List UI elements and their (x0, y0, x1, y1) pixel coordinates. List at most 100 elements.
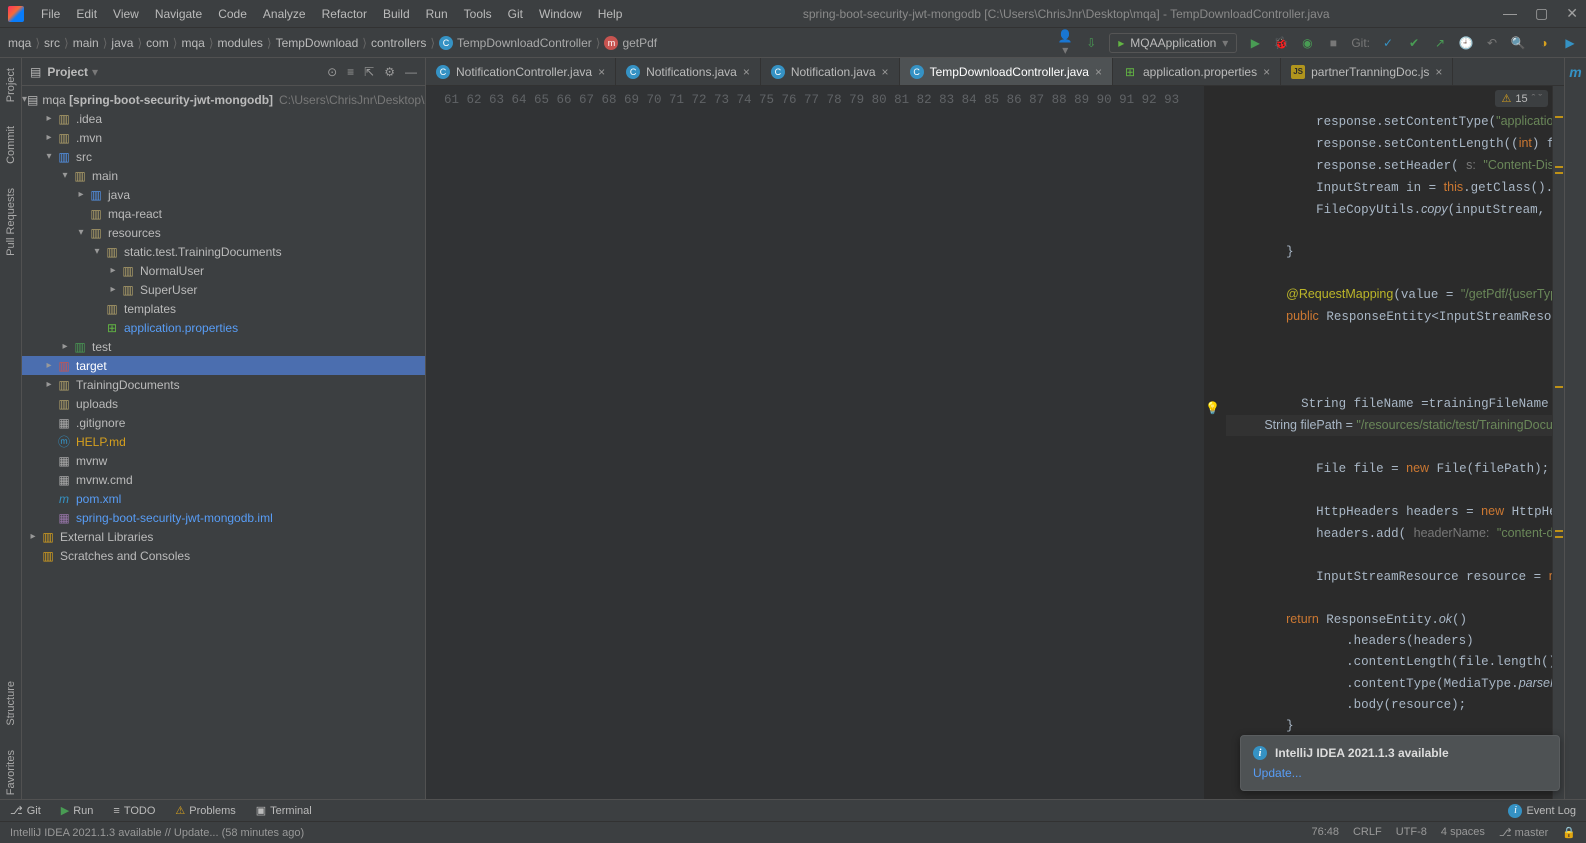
menu-window[interactable]: Window (532, 5, 589, 23)
tool-favorites[interactable]: Favorites (3, 746, 19, 799)
tree-folder[interactable]: ▾▥static.test.TrainingDocuments (22, 242, 425, 261)
debug-icon[interactable]: 🐞 (1273, 36, 1289, 50)
menu-view[interactable]: View (106, 5, 146, 23)
tree-folder[interactable]: ▸▥test (22, 337, 425, 356)
tree-folder[interactable]: ▥templates (22, 299, 425, 318)
tool-run[interactable]: ▶Run (61, 804, 94, 817)
tree-folder[interactable]: ▸▥SuperUser (22, 280, 425, 299)
breadcrumb-class[interactable]: TempDownloadController (457, 36, 592, 50)
breadcrumb-item[interactable]: controllers (371, 36, 426, 50)
editor-tab[interactable]: CNotification.java× (761, 58, 900, 85)
tool-problems[interactable]: ⚠Problems (175, 804, 235, 817)
coverage-icon[interactable]: ◉ (1299, 36, 1315, 50)
git-rollback-icon[interactable]: ↶ (1484, 36, 1500, 50)
run-icon[interactable]: ▶ (1247, 36, 1263, 50)
expand-icon[interactable]: ≡ (347, 65, 354, 79)
fold-gutter[interactable] (1190, 86, 1204, 799)
tree-file[interactable]: ▦mvnw (22, 451, 425, 470)
close-tab-icon[interactable]: × (743, 65, 750, 79)
lock-icon[interactable]: 🔒 (1562, 826, 1576, 839)
editor-tab[interactable]: ⊞application.properties× (1113, 58, 1281, 85)
tool-structure[interactable]: Structure (3, 677, 19, 730)
file-encoding[interactable]: UTF-8 (1396, 826, 1427, 839)
chevron-down-icon[interactable]: ▾ (92, 65, 98, 79)
hide-icon[interactable]: — (405, 65, 417, 79)
breadcrumb-item[interactable]: mqa (181, 36, 204, 50)
breadcrumb-item[interactable]: com (146, 36, 169, 50)
tree-file[interactable]: ▦mvnw.cmd (22, 470, 425, 489)
tool-todo[interactable]: ≡TODO (113, 805, 155, 817)
breadcrumb-item[interactable]: java (111, 36, 133, 50)
git-push-icon[interactable]: ↗ (1432, 36, 1448, 50)
git-update-icon[interactable]: ✓ (1380, 36, 1396, 50)
breadcrumb-item[interactable]: mqa (8, 36, 31, 50)
menu-run[interactable]: Run (419, 5, 455, 23)
tree-folder[interactable]: ▸▥.idea (22, 109, 425, 128)
project-tree[interactable]: ▾▤mqa [spring-boot-security-jwt-mongodb]… (22, 86, 425, 799)
editor-tab[interactable]: JSpartnerTranningDoc.js× (1281, 58, 1453, 85)
collapse-icon[interactable]: ⇱ (364, 65, 374, 79)
tree-folder[interactable]: ▾▥resources (22, 223, 425, 242)
ide-settings-icon[interactable]: ◑ (1536, 36, 1552, 50)
tool-maven[interactable]: m (1569, 64, 1581, 80)
tree-root[interactable]: ▾▤mqa [spring-boot-security-jwt-mongodb]… (22, 90, 425, 109)
tree-folder[interactable]: ▸▥.mvn (22, 128, 425, 147)
error-stripe[interactable] (1552, 86, 1564, 799)
breadcrumb-item[interactable]: main (73, 36, 99, 50)
tree-folder[interactable]: ▾▥main (22, 166, 425, 185)
git-branch[interactable]: ⎇ master (1499, 826, 1548, 839)
search-icon[interactable]: 🔍 (1510, 36, 1526, 50)
tree-file[interactable]: ▦spring-boot-security-jwt-mongodb.iml (22, 508, 425, 527)
notification-update-link[interactable]: Update... (1253, 766, 1302, 780)
tree-scratches[interactable]: ▥Scratches and Consoles (22, 546, 425, 565)
breadcrumb-item[interactable]: src (44, 36, 60, 50)
maximize-icon[interactable]: ▢ (1535, 5, 1548, 22)
line-separator[interactable]: CRLF (1353, 826, 1382, 839)
minimize-icon[interactable]: — (1503, 5, 1517, 22)
close-tab-icon[interactable]: × (1435, 65, 1442, 79)
tree-folder[interactable]: ▸▥TrainingDocuments (22, 375, 425, 394)
git-history-icon[interactable]: 🕘 (1458, 36, 1474, 50)
tree-file[interactable]: ⓜHELP.md (22, 432, 425, 451)
tool-pull-requests[interactable]: Pull Requests (3, 184, 19, 260)
git-commit-icon[interactable]: ✔ (1406, 36, 1422, 50)
tree-folder[interactable]: ▥mqa-react (22, 204, 425, 223)
tool-git[interactable]: ⎇Git (10, 804, 41, 817)
tree-file[interactable]: ▦.gitignore (22, 413, 425, 432)
breadcrumb-item[interactable]: modules (218, 36, 263, 50)
tool-project[interactable]: Project (3, 64, 19, 106)
tool-terminal[interactable]: ▣Terminal (256, 804, 312, 817)
menu-code[interactable]: Code (211, 5, 254, 23)
tree-folder[interactable]: ▸▥java (22, 185, 425, 204)
caret-position[interactable]: 76:48 (1311, 826, 1339, 839)
run-config-selector[interactable]: ▸ MQAApplication ▾ (1109, 33, 1237, 53)
close-tab-icon[interactable]: × (598, 65, 605, 79)
locate-icon[interactable]: ⊙ (327, 65, 337, 79)
menu-file[interactable]: File (34, 5, 67, 23)
tree-folder-target[interactable]: ▸▥target (22, 356, 425, 375)
close-tab-icon[interactable]: × (1095, 65, 1102, 79)
tool-commit[interactable]: Commit (3, 122, 19, 168)
breadcrumb[interactable]: mqa⟩src⟩main⟩java⟩com⟩mqa⟩modules⟩TempDo… (8, 35, 657, 50)
ide-update-icon[interactable]: ▶ (1562, 36, 1578, 50)
notification-popup[interactable]: iIntelliJ IDEA 2021.1.3 available Update… (1240, 735, 1560, 791)
close-tab-icon[interactable]: × (882, 65, 889, 79)
tree-external-libs[interactable]: ▸▥External Libraries (22, 527, 425, 546)
editor-tab[interactable]: CNotificationController.java× (426, 58, 616, 85)
breadcrumb-item[interactable]: TempDownload (276, 36, 359, 50)
tree-folder[interactable]: ▾▥src (22, 147, 425, 166)
close-icon[interactable]: ✕ (1566, 5, 1578, 22)
menu-git[interactable]: Git (501, 5, 530, 23)
editor-tab[interactable]: CTempDownloadController.java× (900, 58, 1113, 85)
menu-navigate[interactable]: Navigate (148, 5, 209, 23)
menu-analyze[interactable]: Analyze (256, 5, 313, 23)
editor-tab[interactable]: CNotifications.java× (616, 58, 761, 85)
tool-event-log[interactable]: iEvent Log (1508, 804, 1576, 818)
tree-file[interactable]: mpom.xml (22, 489, 425, 508)
build-icon[interactable]: ⇩ (1083, 36, 1099, 50)
breadcrumb-method[interactable]: getPdf (622, 36, 657, 50)
menu-tools[interactable]: Tools (457, 5, 499, 23)
user-icon[interactable]: 👤▾ (1057, 29, 1073, 57)
inspection-widget[interactable]: ⚠15ˆ ˇ (1495, 90, 1548, 107)
editor-body[interactable]: 61 62 63 64 65 66 67 68 69 70 71 72 73 7… (426, 86, 1564, 799)
